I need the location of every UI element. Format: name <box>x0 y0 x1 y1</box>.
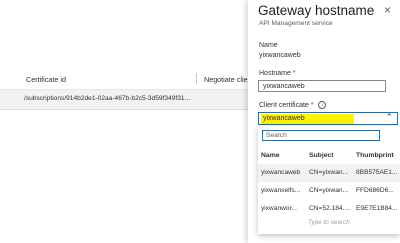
search-input[interactable] <box>262 130 380 141</box>
certificate-dropdown-list: Name Subject Thumbprint yixwancaweb CN=y… <box>258 126 400 234</box>
client-certificate-label: Client certificate * i <box>259 101 327 109</box>
client-certificate-label-text: Client certificate <box>259 101 309 109</box>
name-value: yixwancaweb <box>259 52 301 59</box>
info-icon[interactable]: i <box>318 101 327 109</box>
option-subject: CN=yixwan... <box>309 169 349 176</box>
certificate-option[interactable]: yixwancaweb CN=yixwan... 8BB575AE1... <box>258 164 400 182</box>
column-header-subject: Subject <box>309 152 334 159</box>
required-marker: * <box>292 70 296 77</box>
column-header-name: Name <box>261 152 280 159</box>
hostname-label-text: Hostname <box>259 70 291 77</box>
option-thumbprint: E9E7E1B84... <box>356 205 398 212</box>
close-icon[interactable]: × <box>384 3 391 17</box>
required-marker: * <box>310 101 314 109</box>
name-label: Name <box>259 42 278 49</box>
option-thumbprint: 8BB575AE1... <box>356 169 398 176</box>
certificate-option[interactable]: yixwanwor... CN=52.184.... E9E7E1B84... <box>258 200 400 218</box>
certificate-option[interactable]: yixwanselfs... CN=yixwan... FFD686D6... <box>258 182 400 200</box>
hostname-input[interactable] <box>258 80 386 92</box>
gateway-hostname-panel: Gateway hostname × API Management servic… <box>248 0 400 243</box>
option-subject: CN=52.184.... <box>309 205 350 212</box>
hostname-label: Hostname * <box>259 70 296 77</box>
option-name: yixwancaweb <box>261 169 301 176</box>
client-certificate-selected: yixwancaweb <box>263 115 305 122</box>
certificate-id-cell: /subscriptions/914b2de1-02aa-467b-b2c5-3… <box>24 95 191 102</box>
column-header-certificate-id[interactable]: Certificate id <box>26 75 66 84</box>
column-header-thumbprint: Thumbprint <box>356 152 394 159</box>
panel-subtitle: API Management service <box>259 20 333 27</box>
column-separator <box>196 73 197 84</box>
client-certificate-dropdown[interactable]: yixwancaweb ⌃ <box>258 112 398 125</box>
chevron-up-icon: ⌃ <box>385 112 393 122</box>
option-name: yixwanwor... <box>261 205 297 212</box>
option-thumbprint: FFD686D6... <box>356 187 394 194</box>
background-blade: Certificate id Negotiate clie /subscript… <box>0 0 248 243</box>
panel-title: Gateway hostname <box>258 3 375 18</box>
grid-header: Certificate id Negotiate clie <box>0 68 248 90</box>
column-header-negotiate-client[interactable]: Negotiate clie <box>204 75 248 84</box>
table-row[interactable]: /subscriptions/914b2de1-02aa-467b-b2c5-3… <box>0 90 248 110</box>
option-subject: CN=yixwan... <box>309 187 349 194</box>
option-name: yixwanselfs... <box>261 187 301 194</box>
type-to-search-hint: Type to search <box>308 219 350 226</box>
